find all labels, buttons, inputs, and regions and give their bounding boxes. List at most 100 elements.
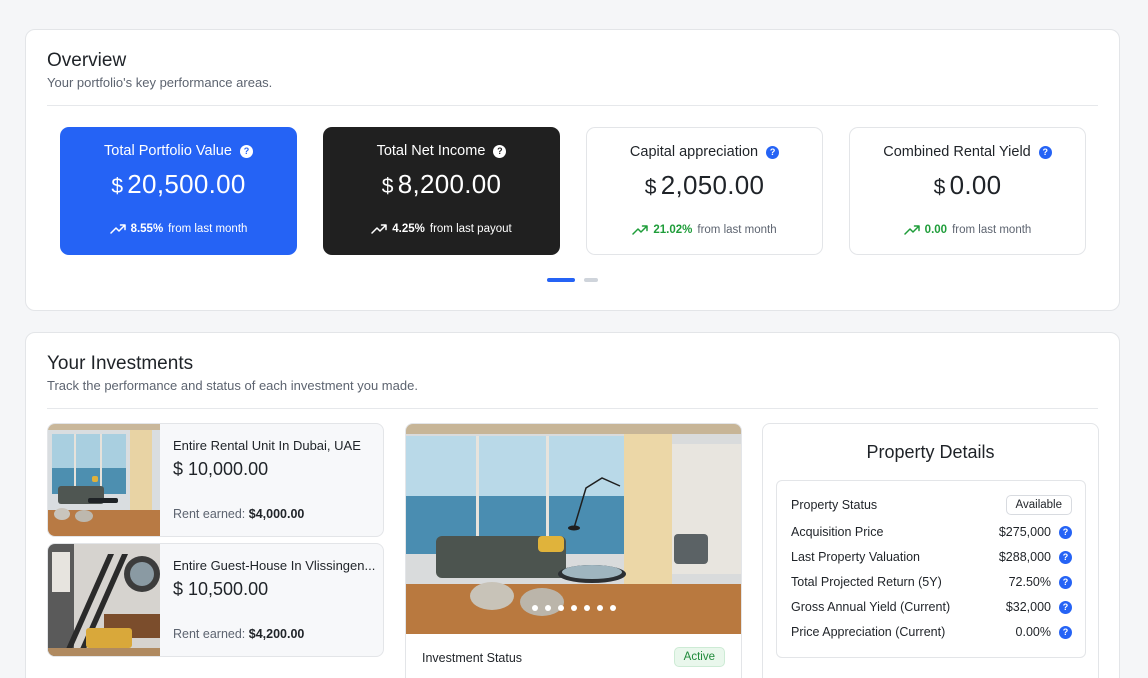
kpi-title: Combined Rental Yield ? (850, 144, 1085, 160)
trending-up-icon (109, 224, 126, 234)
pager-dot-1[interactable] (547, 278, 575, 282)
detail-row-acquisition-price: Acquisition Price $275,000? (791, 522, 1072, 542)
kpi-value: $0.00 (850, 170, 1085, 201)
gallery-dot-5[interactable] (583, 605, 590, 611)
detail-row-projected-return: Total Projected Return (5Y) 72.50%? (791, 572, 1072, 592)
kpi-change: 21.02% from last month (587, 224, 822, 236)
investment-name: Entire Rental Unit In Dubai, UAE (173, 438, 361, 453)
detail-value: $32,000? (1006, 600, 1072, 614)
investment-card-vlissingen[interactable]: Entire Guest-House In Vlissingen... $ 10… (47, 543, 384, 657)
detail-label: Price Appreciation (Current) (791, 625, 946, 639)
detail-value-text: $288,000 (998, 550, 1051, 564)
help-icon[interactable]: ? (1059, 525, 1072, 539)
detail-label: Last Property Valuation (791, 550, 921, 564)
rent-earned-label: Rent earned: (173, 627, 246, 641)
detail-value-text: 0.00% (1015, 625, 1051, 639)
kpi-change-percent: 21.02% (653, 224, 693, 236)
kpi-change-percent: 8.55% (130, 223, 164, 235)
kpi-change-note: from last month (697, 224, 777, 236)
investment-card-dubai[interactable]: Entire Rental Unit In Dubai, UAE $ 10,00… (47, 423, 384, 537)
overview-divider (47, 105, 1098, 106)
gallery-dot-1[interactable] (531, 605, 538, 611)
detail-value: $288,000? (999, 550, 1072, 564)
kpi-title-text: Combined Rental Yield (883, 144, 1031, 160)
help-icon[interactable]: ? (1038, 145, 1052, 159)
pager-dot-2[interactable] (584, 278, 598, 282)
detail-row-last-valuation: Last Property Valuation $288,000? (791, 547, 1072, 567)
currency-symbol: $ (381, 175, 394, 198)
detail-value: 72.50%? (1009, 575, 1072, 589)
detail-value: Available (1005, 495, 1072, 515)
gallery-dot-2[interactable] (544, 605, 551, 611)
detail-label: Acquisition Price (791, 525, 884, 539)
detail-value: $275,000? (999, 525, 1072, 539)
kpi-change: 4.25% from last payout (323, 223, 560, 235)
kpi-value: $2,050.00 (587, 170, 822, 201)
kpi-amount: 8,200.00 (397, 169, 502, 199)
currency-symbol: $ (644, 176, 657, 199)
investment-price: $ 10,500.00 (173, 579, 269, 599)
kpi-amount: 0.00 (949, 170, 1002, 200)
kpi-change: 0.00 from last month (850, 224, 1085, 236)
rent-earned-value: $4,200.00 (248, 627, 305, 641)
investment-status-badge: Active (673, 647, 725, 667)
currency-symbol: $ (111, 175, 124, 198)
investments-panel: Your Investments Track the performance a… (25, 332, 1120, 678)
kpi-card-total-net-income[interactable]: Total Net Income ? $8,200.00 4.25% from … (323, 127, 560, 255)
help-icon[interactable]: ? (1059, 600, 1072, 614)
status-badge: Available (1005, 495, 1072, 515)
property-details-table: Property Status Available Acquisition Pr… (776, 480, 1086, 658)
kpi-change-note: from last payout (429, 223, 512, 235)
investments-title: Your Investments (47, 353, 194, 374)
property-gallery: Investment Status Active (405, 423, 742, 678)
investment-name: Entire Guest-House In Vlissingen... (173, 558, 376, 573)
kpi-value: $20,500.00 (60, 169, 297, 200)
kpi-title: Total Net Income ? (323, 143, 560, 159)
detail-label: Gross Annual Yield (Current) (791, 600, 951, 614)
kpi-title: Total Portfolio Value ? (60, 143, 297, 159)
investments-divider (47, 408, 1098, 409)
help-icon[interactable]: ? (1059, 625, 1072, 639)
overview-panel: Overview Your portfolio's key performanc… (25, 29, 1120, 311)
kpi-change: 8.55% from last month (60, 223, 297, 235)
kpi-amount: 20,500.00 (127, 169, 246, 199)
trending-up-icon (903, 225, 920, 235)
property-thumbnail (48, 544, 160, 656)
property-details-title: Property Details (866, 442, 995, 462)
carousel-pager (26, 278, 1119, 282)
trending-up-icon (632, 225, 649, 235)
kpi-card-capital-appreciation[interactable]: Capital appreciation ? $2,050.00 21.02% … (586, 127, 823, 255)
help-icon[interactable]: ? (493, 144, 507, 158)
kpi-title-text: Total Portfolio Value (104, 143, 232, 159)
kpi-title-text: Total Net Income (376, 143, 486, 159)
gallery-dot-7[interactable] (609, 605, 616, 611)
currency-symbol: $ (933, 176, 946, 199)
kpi-value: $8,200.00 (323, 169, 560, 200)
help-icon[interactable]: ? (766, 145, 780, 159)
detail-row-property-status: Property Status Available (791, 495, 1072, 515)
kpi-change-percent: 4.25% (392, 223, 425, 235)
gallery-dot-6[interactable] (596, 605, 603, 611)
property-photo[interactable] (406, 424, 742, 634)
kpi-card-total-portfolio-value[interactable]: Total Portfolio Value ? $20,500.00 8.55%… (60, 127, 297, 255)
detail-row-gross-annual-yield: Gross Annual Yield (Current) $32,000? (791, 597, 1072, 617)
help-icon[interactable]: ? (239, 144, 253, 158)
gallery-dot-3[interactable] (557, 605, 564, 611)
kpi-title-text: Capital appreciation (629, 144, 759, 160)
kpi-change-note: from last month (952, 224, 1032, 236)
kpi-card-combined-rental-yield[interactable]: Combined Rental Yield ? $0.00 0.00 from … (849, 127, 1086, 255)
detail-label: Property Status (791, 498, 878, 512)
kpi-amount: 2,050.00 (660, 170, 765, 200)
help-icon[interactable]: ? (1059, 575, 1072, 589)
detail-value-text: $32,000 (1005, 600, 1051, 614)
detail-value-text: $275,000 (998, 525, 1051, 539)
overview-title: Overview (47, 50, 127, 71)
rent-earned-value: $4,000.00 (248, 507, 305, 521)
rent-earned: Rent earned: $4,200.00 (173, 627, 304, 641)
rent-earned-label: Rent earned: (173, 507, 246, 521)
investments-subtitle: Track the performance and status of each… (47, 378, 418, 393)
overview-subtitle: Your portfolio's key performance areas. (47, 75, 273, 90)
gallery-dot-4[interactable] (570, 605, 577, 611)
help-icon[interactable]: ? (1059, 550, 1072, 564)
property-details-card: Property Details Property Status Availab… (762, 423, 1099, 678)
